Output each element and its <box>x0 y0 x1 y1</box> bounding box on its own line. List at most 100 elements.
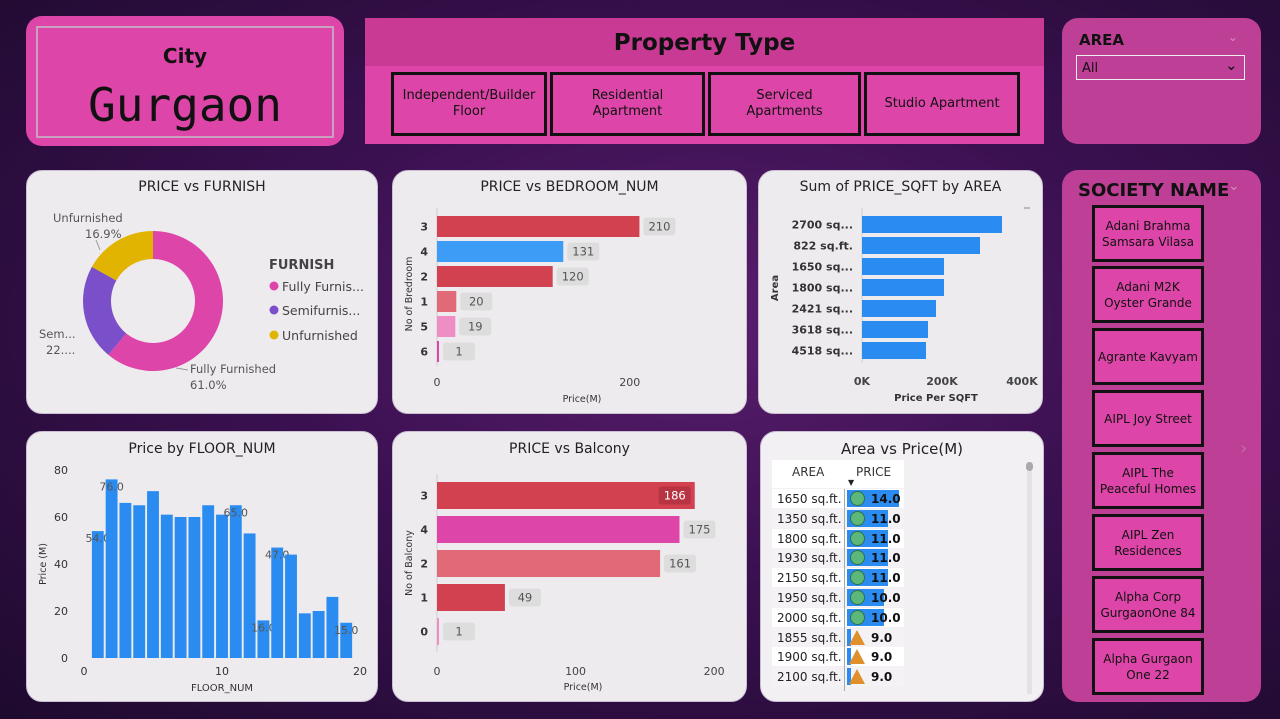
data-label: 49 <box>518 591 533 605</box>
bar <box>243 533 256 658</box>
chevron-right-icon[interactable]: › <box>1240 438 1247 459</box>
property-type-option-residential[interactable]: Residential Apartment <box>550 72 705 136</box>
area-dropdown-value: All <box>1082 61 1099 76</box>
category-label: 3 <box>420 490 428 503</box>
bar <box>437 241 564 262</box>
category-label: 1800 sq... <box>792 282 853 295</box>
data-label: 1 <box>455 345 462 359</box>
cell-price: 11.0 <box>871 551 901 566</box>
bar <box>862 279 944 296</box>
tick-label: 80 <box>54 464 68 477</box>
axis-label-x: Price(M) <box>563 394 602 405</box>
tick-label: 20 <box>54 605 68 618</box>
axis-label-x: Price(M) <box>564 682 603 693</box>
tick-label: 0 <box>61 652 68 665</box>
chart-title: Area vs Price(M) <box>841 440 963 458</box>
bar <box>862 342 926 359</box>
data-label: 120 <box>562 270 584 284</box>
bar <box>437 216 640 237</box>
tick-label: 20 <box>353 665 367 678</box>
green-circle-icon <box>850 590 865 605</box>
axis-label-x: FLOOR_NUM <box>191 683 253 694</box>
axis-label-x: Price Per SQFT <box>894 393 978 404</box>
property-type-option-studio[interactable]: Studio Apartment <box>864 72 1020 136</box>
tick-label: 0 <box>434 665 441 678</box>
scrollbar-thumb[interactable] <box>1026 462 1033 471</box>
area-dropdown[interactable] <box>1076 55 1245 80</box>
society-item[interactable]: Adani Brahma Samsara Vilasa <box>1092 205 1204 262</box>
category-label: 1650 sq... <box>792 261 853 274</box>
bar <box>133 505 146 658</box>
society-item[interactable]: AIPL The Peaceful Homes <box>1092 452 1204 509</box>
data-label: 19 <box>468 320 483 334</box>
tick-label: 60 <box>54 511 68 524</box>
cell-price: 11.0 <box>871 531 901 546</box>
category-label: 3 <box>420 221 428 234</box>
cell-price: 9.0 <box>871 650 893 665</box>
data-label: 175 <box>689 523 711 537</box>
bar <box>437 266 553 287</box>
data-label: 1 <box>455 625 462 639</box>
area-slicer-title: AREA <box>1079 31 1125 49</box>
bar <box>437 316 456 337</box>
society-item[interactable]: AIPL Joy Street <box>1092 390 1204 447</box>
balcony-bar-chart: No of Balcony Price(M) 3 186 4 175 2 161 1 49 0 1… <box>404 474 725 693</box>
furnish-donut-chart: FURNISH Fully Furnis... Semifurnis... Un… <box>39 211 364 392</box>
cell-area: 1930 sq.ft. <box>777 551 842 566</box>
tick-label: 100 <box>565 665 586 678</box>
data-label: 161 <box>669 557 691 571</box>
column-header-price[interactable]: PRICE <box>856 465 891 479</box>
society-item[interactable]: Agrante Kavyam <box>1092 328 1204 385</box>
bar <box>862 237 980 254</box>
bar <box>298 613 311 658</box>
city-card: City Gurgaon <box>26 16 344 146</box>
category-label: 4518 sq... <box>792 345 853 358</box>
cell-price: 10.0 <box>871 591 901 605</box>
bedroom-bar-chart: No of Bredroom Price(M) 3 2104 1312 1201 205… <box>404 208 676 405</box>
cell-area: 1800 sq.ft. <box>777 531 842 546</box>
area-slicer-chevron-icon[interactable]: ⌄ <box>1228 30 1238 44</box>
slice-label: Fully Furnished <box>190 362 276 376</box>
legend-marker <box>269 281 279 291</box>
sort-desc-icon: ▼ <box>848 478 855 487</box>
bar <box>91 531 104 658</box>
category-label: 1 <box>420 592 428 605</box>
data-label: 20 <box>469 295 484 309</box>
tick-label: 0K <box>854 375 871 388</box>
bar <box>437 584 505 611</box>
cell-price: 14.0 <box>871 492 901 506</box>
tick-label: 40 <box>54 558 68 571</box>
bar <box>437 291 457 312</box>
society-item[interactable]: Adani M2K Oyster Grande <box>1092 266 1204 323</box>
table-scrollbar[interactable] <box>1027 462 1032 694</box>
axis-label-y: Area <box>770 275 781 301</box>
category-label: 3618 sq... <box>792 324 853 337</box>
tick-label: 10 <box>215 665 229 678</box>
tick-label: 200K <box>926 375 958 388</box>
category-label: 822 sq.ft. <box>793 240 853 253</box>
bar <box>862 300 936 317</box>
tick-label: 200 <box>619 376 640 389</box>
society-item[interactable]: Alpha Corp GurgaonOne 84 <box>1092 576 1204 633</box>
bar <box>160 514 173 658</box>
bar <box>437 482 695 509</box>
bar <box>437 516 680 543</box>
property-type-option-serviced[interactable]: Serviced Apartments <box>708 72 861 136</box>
property-type-option-independent[interactable]: Independent/Builder Floor <box>391 72 547 136</box>
bar <box>437 550 661 577</box>
column-header-area[interactable]: AREA <box>792 465 824 479</box>
category-label: 2 <box>420 271 428 284</box>
category-label: 2700 sq... <box>792 219 853 232</box>
cell-area: 1350 sq.ft. <box>777 511 842 526</box>
society-chevron-icon[interactable]: ⌄ <box>1228 178 1240 194</box>
slice-pct-label: 61.0% <box>190 378 227 392</box>
legend-label: Fully Furnis... <box>282 279 364 294</box>
legend-label: Semifurnis... <box>282 303 360 318</box>
society-item[interactable]: AIPL Zen Residences <box>1092 514 1204 571</box>
tick-label: 400K <box>1006 375 1038 388</box>
bar <box>202 505 215 658</box>
data-label: 131 <box>572 245 594 259</box>
category-label: 0 <box>420 626 428 639</box>
slice-label: Sem... <box>39 327 76 341</box>
society-item[interactable]: Alpha Gurgaon One 22 <box>1092 638 1204 695</box>
